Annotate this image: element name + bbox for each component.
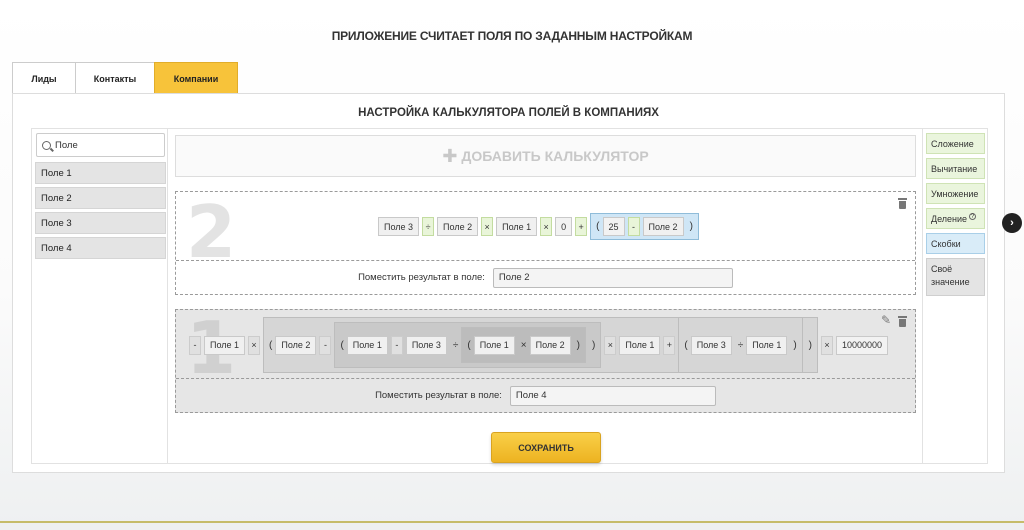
operation-custom-value[interactable]: Своё значение [926, 258, 985, 296]
calculator-2: 2 Поле 3 ÷ Поле 2 × Поле 1 × 0 + ( 25 - … [175, 191, 916, 295]
plus-icon: ✚ [442, 145, 458, 166]
formula: - Поле 1 × ( Поле 2 - ( Поле 1 - Поле 3 … [189, 317, 891, 373]
formula-field-token[interactable]: Поле 2 [275, 335, 317, 355]
operator-token[interactable]: + [663, 335, 676, 355]
formula-field-token[interactable]: Поле 1 [619, 335, 661, 355]
bracket-group[interactable]: ( Поле 1 × Поле 2 ) [461, 327, 586, 363]
section-title: Настройка калькулятора полей в компаниях [358, 107, 659, 119]
operator-token[interactable]: - [189, 335, 201, 355]
value-token[interactable]: 25 [602, 217, 625, 236]
calculators-panel: ✚ Добавить калькулятор 2 Поле 3 ÷ Поле 2… [167, 128, 923, 464]
fields-panel: Поле Поле 1 Поле 2 Поле 3 Поле 4 [31, 128, 168, 464]
result-field-select[interactable]: Поле 4 [509, 385, 716, 406]
search-value: Поле [55, 139, 78, 151]
page-title: Приложение считает поля по заданным наст… [331, 29, 693, 43]
search-icon [42, 140, 51, 150]
operation-multiplication[interactable]: Умножение [926, 183, 985, 204]
bracket-group[interactable]: ( Поле 3 ÷ Поле 1 ) [678, 317, 803, 373]
formula-field-token[interactable]: Поле 2 [642, 217, 684, 236]
close-bracket: ) [808, 339, 813, 351]
operator-token[interactable]: ÷ [422, 217, 435, 236]
tab-leads[interactable]: Лиды [12, 62, 76, 94]
field-search-input[interactable]: Поле [36, 133, 165, 157]
formula-field-token[interactable]: Поле 1 [746, 335, 788, 355]
operation-addition[interactable]: Сложение [926, 133, 985, 154]
field-item[interactable]: Поле 2 [35, 187, 166, 209]
tab-contacts[interactable]: Контакты [75, 62, 155, 94]
close-bracket: ) [576, 339, 580, 351]
value-token[interactable]: 0 [555, 217, 573, 236]
formula-field-token[interactable]: Поле 3 [405, 335, 447, 355]
operation-division[interactable]: Деление? [926, 208, 985, 229]
open-bracket: ( [467, 339, 471, 351]
chevron-right-icon[interactable]: › [1002, 213, 1022, 233]
formula-field-token[interactable]: Поле 2 [529, 335, 571, 355]
formula-field-token[interactable]: Поле 2 [437, 217, 479, 236]
operator-token[interactable]: × [821, 335, 834, 355]
operator-token[interactable]: ÷ [453, 340, 459, 351]
bracket-group[interactable]: ( Поле 2 - ( Поле 1 - Поле 3 ÷ ( Поле 1 … [263, 317, 819, 373]
operator-token[interactable]: - [390, 335, 403, 355]
add-calculator-button[interactable]: ✚ Добавить калькулятор [175, 135, 916, 177]
result-label: Поместить результат в поле: [375, 390, 502, 401]
operations-list: Сложение Вычитание Умножение Деление? Ск… [926, 133, 985, 300]
help-icon[interactable]: ? [969, 213, 977, 220]
result-label: Поместить результат в поле: [358, 272, 485, 283]
operator-token[interactable]: × [540, 217, 553, 236]
calculator-number: 2 [186, 190, 237, 274]
operator-token[interactable]: + [575, 217, 588, 236]
field-list: Поле 1 Поле 2 Поле 3 Поле 4 [35, 162, 166, 262]
formula-field-token[interactable]: Поле 3 [690, 335, 732, 355]
operations-panel: Сложение Вычитание Умножение Деление? Ск… [922, 128, 988, 464]
operator-token[interactable]: - [319, 335, 332, 355]
operation-label: Деление [931, 214, 968, 224]
operation-brackets[interactable]: Скобки [926, 233, 985, 254]
calculator-1: 1 ✎ - Поле 1 × ( Поле 2 - ( Поле 1 - Пол… [175, 309, 916, 413]
formula-field-token[interactable]: Поле 1 [346, 335, 388, 355]
open-bracket: ( [596, 221, 600, 232]
operator-token[interactable]: - [627, 217, 640, 236]
field-item[interactable]: Поле 3 [35, 212, 166, 234]
tab-companies[interactable]: Компании [154, 62, 238, 94]
formula-field-token[interactable]: Поле 1 [473, 335, 515, 355]
tabs: Лиды Контакты Компании [12, 62, 238, 94]
add-calculator-label: Добавить калькулятор [461, 148, 649, 164]
operator-token[interactable]: × [481, 217, 494, 236]
value-token[interactable]: 10000000 [836, 335, 889, 355]
operator-token[interactable]: ÷ [738, 340, 744, 351]
open-bracket: ( [684, 339, 688, 351]
trash-icon[interactable] [898, 198, 907, 209]
close-bracket: ) [592, 339, 596, 351]
bracket-group[interactable]: ( Поле 1 - Поле 3 ÷ ( Поле 1 × Поле 2 ) … [334, 322, 602, 368]
result-row: Поместить результат в поле: Поле 4 [176, 378, 915, 412]
operation-subtraction[interactable]: Вычитание [926, 158, 985, 179]
close-bracket: ) [689, 221, 693, 232]
bottom-divider [0, 521, 1024, 523]
formula-field-token[interactable]: Поле 1 [204, 335, 246, 355]
result-row: Поместить результат в поле: Поле 2 [176, 260, 915, 294]
result-field-select[interactable]: Поле 2 [492, 267, 733, 288]
field-item[interactable]: Поле 1 [35, 162, 166, 184]
settings-panel: Настройка калькулятора полей в компаниях… [12, 93, 1005, 473]
save-button[interactable]: Сохранить [491, 432, 601, 463]
formula-field-token[interactable]: Поле 1 [496, 217, 538, 236]
formula-field-token[interactable]: Поле 3 [378, 217, 420, 236]
close-bracket: ) [793, 339, 797, 351]
operator-token[interactable]: × [248, 335, 261, 355]
operator-token[interactable]: × [604, 335, 617, 355]
bracket-group[interactable]: ( 25 - Поле 2 ) [590, 213, 699, 240]
formula: Поле 3 ÷ Поле 2 × Поле 1 × 0 + ( 25 - По… [378, 213, 702, 240]
open-bracket: ( [269, 339, 273, 351]
operator-token[interactable]: × [521, 340, 527, 351]
open-bracket: ( [340, 339, 344, 351]
trash-icon[interactable] [898, 316, 907, 327]
field-item[interactable]: Поле 4 [35, 237, 166, 259]
